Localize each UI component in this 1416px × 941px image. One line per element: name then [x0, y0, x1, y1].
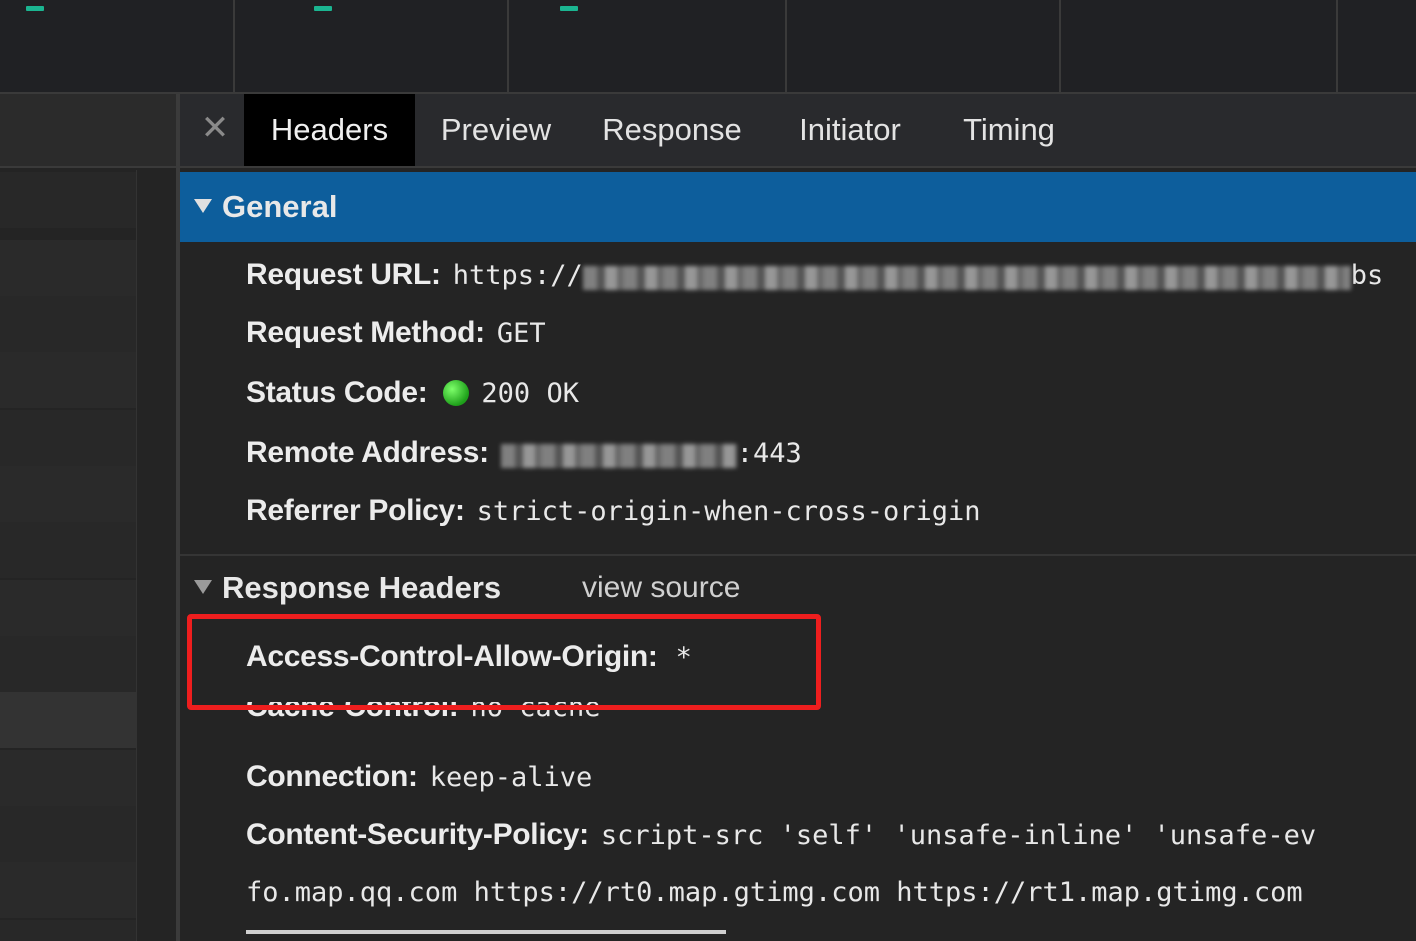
request-list-header [0, 94, 176, 168]
status-ok-icon [443, 379, 470, 406]
response-header-row: Content-Security-Policy: script-src 'self… [246, 810, 1316, 860]
request-list[interactable] [0, 94, 176, 941]
request-row[interactable] [0, 806, 136, 862]
remote-address-row: Remote Address: :443 [246, 428, 802, 478]
request-list-scrollbar[interactable] [136, 170, 173, 941]
csp-continuation-value: fo.map.qq.com https://rt0.map.gtimg.com … [246, 877, 1303, 908]
csp-continuation-row: fo.map.qq.com https://rt0.map.gtimg.com … [246, 868, 1303, 918]
tab-preview[interactable]: Preview [428, 94, 564, 166]
request-url-tail: bs [1350, 260, 1384, 291]
request-row-selected[interactable] [0, 692, 136, 748]
header-key: Connection: [246, 760, 418, 793]
request-row[interactable] [0, 410, 136, 466]
network-timeline-overview[interactable] [0, 0, 1416, 94]
section-divider [180, 554, 1416, 556]
redacted-ip-blur [500, 443, 737, 468]
timeline-gridline [1059, 0, 1061, 92]
request-row[interactable] [0, 636, 136, 692]
request-row[interactable] [0, 172, 136, 228]
redacted-url-blur [582, 265, 1351, 290]
request-row[interactable] [0, 750, 136, 806]
status-code-key: Status Code: [246, 376, 428, 409]
timeline-gridline [507, 0, 509, 92]
tab-initiator[interactable]: Initiator [782, 94, 918, 166]
timeline-request-mark [560, 6, 578, 11]
referrer-policy-value: strict-origin-when-cross-origin [476, 496, 981, 527]
request-row[interactable] [0, 580, 136, 636]
request-url-key: Request URL: [246, 258, 441, 291]
timeline-gridline [233, 0, 235, 92]
request-row[interactable] [0, 240, 136, 296]
timeline-request-mark [26, 6, 44, 11]
cutoff-text-fragment [246, 930, 726, 941]
view-source-link[interactable]: view source [582, 558, 740, 618]
general-section-title: General [222, 189, 338, 224]
request-row[interactable] [0, 862, 136, 918]
collapse-triangle-icon [194, 198, 212, 213]
header-key: Cache-Control: [246, 702, 459, 723]
timeline-request-mark [314, 6, 332, 11]
response-header-row: Connection: keep-alive [246, 752, 592, 802]
tab-timing[interactable]: Timing [950, 94, 1068, 166]
response-header-row-cutoff [246, 930, 726, 941]
response-header-row: Cache-Control: no-cache [246, 702, 601, 732]
request-method-value: GET [496, 318, 546, 349]
devtools-network-panel: ✕ Headers Preview Response Initiator Tim… [0, 0, 1416, 941]
tab-response[interactable]: Response [592, 94, 752, 166]
response-headers-section-header[interactable]: Response Headers view source [180, 558, 1416, 618]
request-row[interactable] [0, 352, 136, 408]
header-key: Content-Security-Policy: [246, 818, 589, 851]
tab-headers[interactable]: Headers [244, 94, 415, 166]
request-url-value[interactable]: https:// [453, 260, 583, 291]
referrer-policy-key: Referrer Policy: [246, 494, 465, 527]
header-value: no-cache [470, 702, 601, 723]
request-method-key: Request Method: [246, 316, 485, 349]
request-details: ✕ Headers Preview Response Initiator Tim… [180, 94, 1416, 941]
header-value: script-src 'self' 'unsafe-inline' 'unsaf… [600, 820, 1317, 851]
close-icon[interactable]: ✕ [200, 110, 230, 146]
header-value: * [675, 642, 692, 673]
remote-address-key: Remote Address: [246, 436, 489, 469]
timeline-gridline [1336, 0, 1338, 92]
general-section-header[interactable]: General [180, 172, 1416, 242]
request-row[interactable] [0, 466, 136, 522]
header-value: keep-alive [429, 762, 593, 793]
request-row[interactable] [0, 296, 136, 352]
response-header-row: Access-Control-Allow-Origin: * [246, 632, 692, 682]
header-key: Access-Control-Allow-Origin: [246, 640, 658, 673]
response-headers-title: Response Headers [222, 570, 502, 605]
collapse-triangle-icon [194, 579, 212, 594]
request-url-row: Request URL: https:// bs [246, 250, 1383, 300]
timeline-gridline [785, 0, 787, 92]
status-code-value: 200 OK [481, 378, 579, 409]
remote-address-value: :443 [736, 438, 802, 469]
request-method-row: Request Method: GET [246, 308, 546, 358]
request-row[interactable] [0, 920, 136, 941]
status-code-row: Status Code: 200 OK [246, 368, 579, 418]
request-row[interactable] [0, 522, 136, 578]
referrer-policy-row: Referrer Policy: strict-origin-when-cross… [246, 486, 981, 536]
details-tabbar: ✕ Headers Preview Response Initiator Tim… [180, 94, 1416, 168]
